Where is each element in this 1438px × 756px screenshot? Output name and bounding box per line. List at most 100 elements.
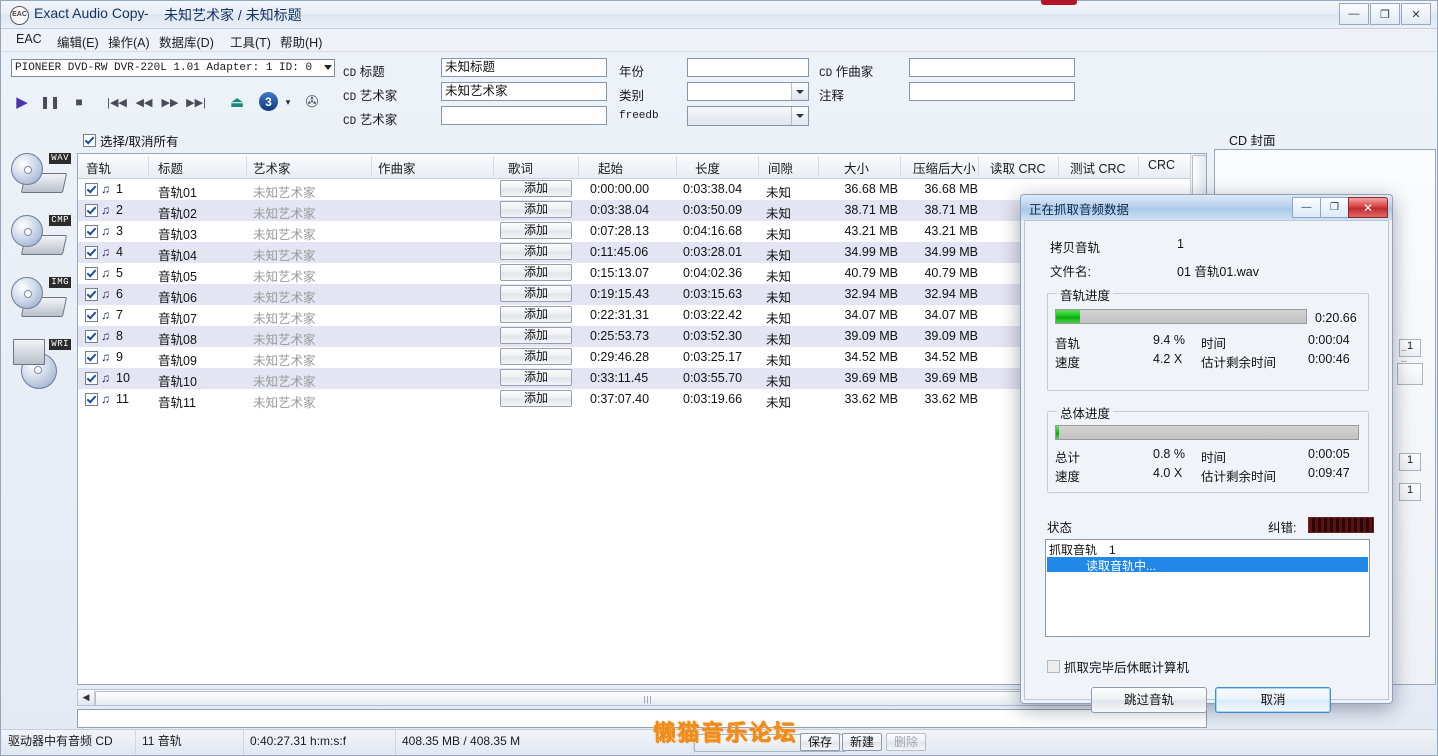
track-title[interactable]: 音轨10: [158, 371, 197, 390]
menu-eac[interactable]: EAC: [16, 32, 42, 46]
track-title[interactable]: 音轨11: [158, 392, 196, 411]
track-checkbox[interactable]: [85, 330, 98, 343]
column-header-track[interactable]: 音轨: [86, 158, 111, 177]
column-header-composer[interactable]: 作曲家: [378, 158, 416, 177]
status-log-list[interactable]: 抓取音轨 1 读取音轨中...: [1045, 539, 1370, 637]
track-checkbox[interactable]: [85, 288, 98, 301]
add-lyrics-button[interactable]: 添加: [500, 348, 572, 365]
track-artist[interactable]: 未知艺术家: [253, 182, 316, 201]
add-lyrics-button[interactable]: 添加: [500, 201, 572, 218]
track-checkbox[interactable]: [85, 246, 98, 259]
track-artist[interactable]: 未知艺术家: [253, 266, 316, 285]
drive-selector[interactable]: PIONEER DVD-RW DVR-220L 1.01 Adapter: 1 …: [11, 59, 335, 77]
cd-comment-input[interactable]: [909, 82, 1075, 101]
track-checkbox[interactable]: [85, 267, 98, 280]
add-lyrics-button[interactable]: 添加: [500, 264, 572, 281]
add-lyrics-button[interactable]: 添加: [500, 180, 572, 197]
column-header-size[interactable]: 大小: [844, 158, 869, 177]
track-title[interactable]: 音轨09: [158, 350, 197, 369]
menu-edit[interactable]: 编辑(E): [57, 32, 99, 51]
menu-tools[interactable]: 工具(T): [230, 32, 271, 51]
dialog-maximize-button[interactable]: ❐: [1320, 197, 1349, 218]
track-title[interactable]: 音轨02: [158, 203, 197, 222]
add-lyrics-button[interactable]: 添加: [500, 327, 572, 344]
status-log-selected-row[interactable]: 读取音轨中...: [1047, 557, 1368, 573]
track-checkbox[interactable]: [85, 309, 98, 322]
column-header-start[interactable]: 起始: [598, 158, 623, 177]
column-header-length[interactable]: 长度: [695, 158, 720, 177]
menu-database[interactable]: 数据库(D): [159, 32, 214, 51]
track-checkbox[interactable]: [85, 351, 98, 364]
add-lyrics-button[interactable]: 添加: [500, 306, 572, 323]
track-artist[interactable]: 未知艺术家: [253, 287, 316, 306]
close-button[interactable]: ✕: [1401, 3, 1431, 25]
track-checkbox[interactable]: [85, 372, 98, 385]
eject-button[interactable]: ⏏: [226, 91, 248, 113]
column-header-title[interactable]: 标题: [158, 158, 183, 177]
column-header-lyrics[interactable]: 歌词: [508, 158, 533, 177]
add-lyrics-button[interactable]: 添加: [500, 369, 572, 386]
track-artist[interactable]: 未知艺术家: [253, 392, 316, 411]
save-button[interactable]: 保存: [800, 733, 841, 751]
add-lyrics-button[interactable]: 添加: [500, 222, 572, 239]
sidebar-wav-icon[interactable]: WAV: [11, 153, 71, 199]
stop-button[interactable]: ■: [68, 91, 90, 113]
track-artist[interactable]: 未知艺术家: [253, 203, 316, 222]
column-header-read-crc[interactable]: 读取 CRC: [990, 158, 1046, 177]
column-header-gap[interactable]: 间隙: [768, 158, 793, 177]
track-artist[interactable]: 未知艺术家: [253, 224, 316, 243]
year-input[interactable]: [687, 58, 809, 77]
cd-composer-input[interactable]: [909, 58, 1075, 77]
track-title[interactable]: 音轨03: [158, 224, 197, 243]
cd-title-input[interactable]: 未知标题: [441, 58, 607, 77]
column-header-csize[interactable]: 压缩后大小: [913, 158, 976, 177]
minimize-button[interactable]: —: [1339, 3, 1369, 25]
sidebar-wri-icon[interactable]: WRI: [11, 339, 71, 389]
previous-track-button[interactable]: ◀◀: [133, 91, 155, 113]
track-title[interactable]: 音轨04: [158, 245, 197, 264]
track-checkbox[interactable]: [85, 204, 98, 217]
sleep-after-rip-checkbox[interactable]: 抓取完毕后休眠计算机: [1047, 657, 1189, 676]
track-title[interactable]: 音轨01: [158, 182, 197, 201]
add-lyrics-button[interactable]: 添加: [500, 390, 572, 407]
speed-selector-button[interactable]: 3: [259, 92, 278, 111]
drive-options-icon[interactable]: ✇: [301, 91, 323, 113]
track-checkbox[interactable]: [85, 393, 98, 406]
cd-artist-input[interactable]: 未知艺术家: [441, 82, 607, 101]
first-track-button[interactable]: |◀◀: [106, 91, 128, 113]
pause-button[interactable]: ❚❚: [39, 91, 61, 113]
new-button[interactable]: 新建: [842, 733, 883, 751]
track-checkbox[interactable]: [85, 183, 98, 196]
track-checkbox[interactable]: [85, 225, 98, 238]
play-button[interactable]: ▶: [11, 91, 33, 113]
select-all-checkbox[interactable]: 选择/取消所有: [83, 131, 178, 150]
add-lyrics-button[interactable]: 添加: [500, 243, 572, 260]
last-track-button[interactable]: ▶▶|: [185, 91, 207, 113]
track-artist[interactable]: 未知艺术家: [253, 308, 316, 327]
column-header-artist[interactable]: 艺术家: [253, 158, 291, 177]
maximize-button[interactable]: ❐: [1370, 3, 1400, 25]
dialog-close-button[interactable]: ✕: [1348, 197, 1388, 218]
skip-track-button[interactable]: 跳过音轨: [1091, 687, 1207, 713]
track-title[interactable]: 音轨06: [158, 287, 197, 306]
genre-select[interactable]: [687, 82, 809, 101]
track-artist[interactable]: 未知艺术家: [253, 371, 316, 390]
track-artist[interactable]: 未知艺术家: [253, 329, 316, 348]
track-title[interactable]: 音轨08: [158, 329, 197, 348]
cancel-button[interactable]: 取消: [1215, 687, 1331, 713]
add-lyrics-button[interactable]: 添加: [500, 285, 572, 302]
menu-help[interactable]: 帮助(H): [280, 32, 322, 51]
dialog-minimize-button[interactable]: —: [1292, 197, 1321, 218]
column-header-test-crc[interactable]: 测试 CRC: [1070, 158, 1126, 177]
sidebar-cmp-icon[interactable]: CMP: [11, 215, 71, 261]
bottom-comment-input[interactable]: [77, 709, 1207, 728]
speed-dropdown-arrow[interactable]: ▾: [283, 91, 293, 113]
track-title[interactable]: 音轨07: [158, 308, 197, 327]
cd-artist2-input[interactable]: [441, 106, 607, 125]
next-track-button[interactable]: ▶▶: [159, 91, 181, 113]
menu-action[interactable]: 操作(A): [108, 32, 150, 51]
track-artist[interactable]: 未知艺术家: [253, 350, 316, 369]
column-header-crc[interactable]: CRC: [1148, 158, 1175, 172]
freedb-select[interactable]: [687, 106, 809, 126]
scroll-left-button[interactable]: ◀: [78, 690, 95, 705]
